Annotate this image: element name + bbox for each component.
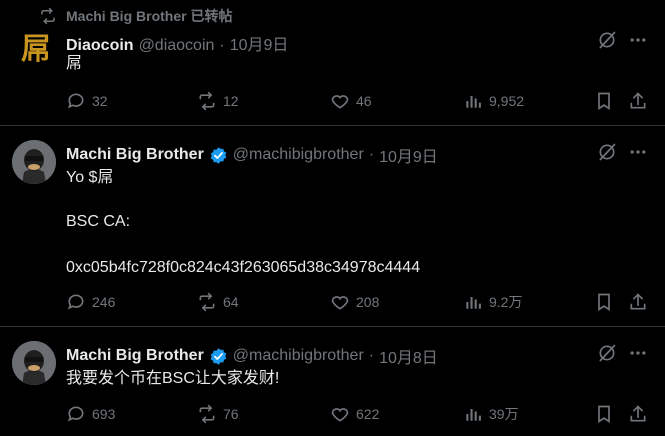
views-icon <box>463 292 483 312</box>
repost-icon <box>197 292 217 312</box>
reply-icon <box>66 404 86 424</box>
tweet-date[interactable]: 10月8日 <box>379 344 438 368</box>
like-button[interactable]: 622 <box>330 404 379 424</box>
heart-icon <box>330 91 350 111</box>
repost-icon <box>197 404 217 424</box>
avatar[interactable] <box>12 140 56 184</box>
avatar[interactable]: 屌 <box>16 30 56 70</box>
like-count: 46 <box>356 93 372 109</box>
tweet-date[interactable]: 10月9日 <box>230 31 289 55</box>
tweet-text-line: BSC CA: <box>66 213 131 230</box>
bookmark-icon[interactable] <box>594 292 614 312</box>
tweet-2[interactable]: Machi Big Brother @machibigbrother · 10月… <box>0 126 665 326</box>
tweet-date[interactable]: 10月9日 <box>379 143 438 167</box>
views-count: 9.2万 <box>489 294 523 310</box>
heart-icon <box>330 404 350 424</box>
more-icon[interactable] <box>628 142 648 162</box>
repost-button[interactable]: 12 <box>197 91 239 111</box>
avatar[interactable] <box>12 341 56 385</box>
share-icon[interactable] <box>628 91 648 111</box>
views-button[interactable]: 39万 <box>463 404 519 424</box>
reply-button[interactable]: 246 <box>66 292 115 312</box>
separator-dot: · <box>368 146 375 163</box>
share-icon[interactable] <box>628 292 648 312</box>
reply-count: 246 <box>92 294 116 310</box>
author-handle[interactable]: @machibigbrother <box>233 146 364 164</box>
views-count: 9,952 <box>489 93 525 109</box>
avatar-glyph: 屌 <box>21 32 51 67</box>
views-count: 39万 <box>489 406 519 422</box>
separator-dot: · <box>219 37 225 54</box>
reply-button[interactable]: 693 <box>66 404 115 424</box>
tweet-3[interactable]: Machi Big Brother @machibigbrother · 10月… <box>0 327 665 436</box>
author-name[interactable]: Machi Big Brother <box>66 347 204 365</box>
author-name[interactable]: Diaocoin <box>66 37 134 55</box>
grok-icon[interactable] <box>597 343 617 363</box>
separator-dot: · <box>368 347 375 364</box>
bookmark-icon[interactable] <box>594 404 614 424</box>
views-icon <box>463 91 483 111</box>
share-icon[interactable] <box>628 404 648 424</box>
contract-address: 0xc05b4fc728f0c824c43f263065d38c34978c44… <box>66 259 421 276</box>
like-count: 622 <box>356 406 380 422</box>
verified-badge-icon <box>209 146 228 165</box>
tweet-1[interactable]: 屌 Diaocoin @diaocoin · 10月9日 屌 32 12 46 <box>0 0 665 125</box>
like-count: 208 <box>356 294 380 310</box>
repost-icon <box>197 91 217 111</box>
author-name[interactable]: Machi Big Brother <box>66 146 204 164</box>
repost-count: 76 <box>223 406 239 422</box>
like-button[interactable]: 46 <box>330 91 372 111</box>
views-button[interactable]: 9.2万 <box>463 292 522 312</box>
more-icon[interactable] <box>628 30 648 50</box>
verified-badge-icon <box>209 347 228 366</box>
like-button[interactable]: 208 <box>330 292 379 312</box>
repost-count: 64 <box>223 294 239 310</box>
reply-icon <box>66 292 86 312</box>
tweet-text: 屌 <box>66 55 83 72</box>
reply-button[interactable]: 32 <box>66 91 108 111</box>
grok-icon[interactable] <box>597 142 617 162</box>
reply-count: 32 <box>92 93 108 109</box>
reply-count: 693 <box>92 406 116 422</box>
heart-icon <box>330 292 350 312</box>
tweet-text: 我要发个币在BSC让大家发财! <box>66 370 280 387</box>
repost-button[interactable]: 76 <box>197 404 239 424</box>
author-handle[interactable]: @machibigbrother <box>233 347 364 365</box>
author-handle[interactable]: @diaocoin <box>139 37 215 55</box>
more-icon[interactable] <box>628 343 648 363</box>
views-button[interactable]: 9,952 <box>463 91 524 111</box>
tweet-text-line: Yo $屌 <box>66 169 114 186</box>
repost-count: 12 <box>223 93 239 109</box>
reply-icon <box>66 91 86 111</box>
grok-icon[interactable] <box>597 30 617 50</box>
views-icon <box>463 404 483 424</box>
bookmark-icon[interactable] <box>594 91 614 111</box>
repost-button[interactable]: 64 <box>197 292 239 312</box>
